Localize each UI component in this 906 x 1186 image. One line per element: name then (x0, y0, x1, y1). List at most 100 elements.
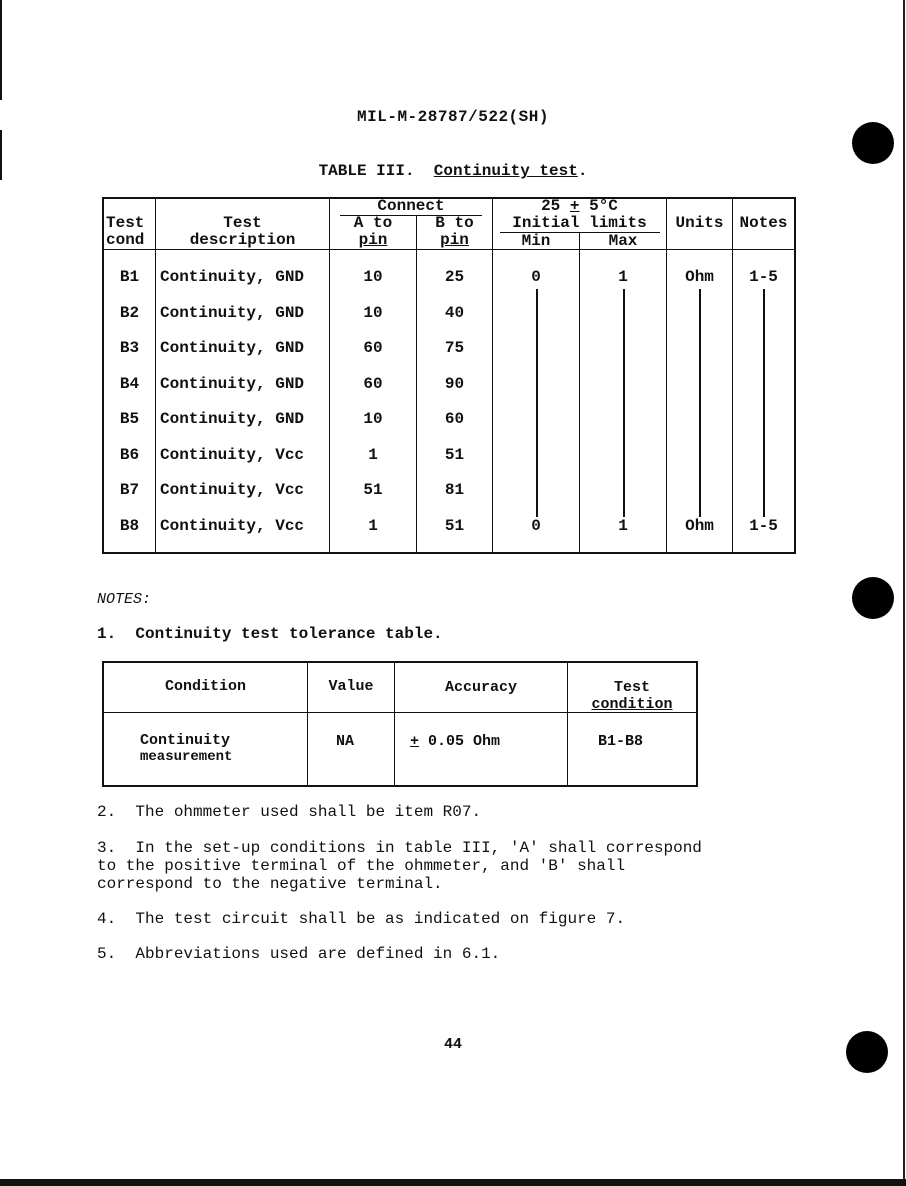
table-header-divider (102, 249, 796, 250)
notes-value-first: 1-5 (749, 268, 778, 286)
tolerance-table: Condition Value Accuracy Test condition … (102, 661, 698, 787)
ditto-bar-max (623, 289, 625, 517)
header-notes: Notes (739, 214, 788, 232)
cell-test-cond: B3 (119, 339, 140, 357)
header-text: B to (435, 214, 474, 232)
page-number: 44 (443, 1036, 462, 1053)
cell-a-to-pin: 60 (363, 339, 383, 357)
header-text: Test (223, 214, 262, 232)
cell-b-to-pin: 75 (444, 339, 465, 357)
header-text: condition (591, 696, 673, 713)
header-test-cond: Test cond (106, 215, 154, 249)
note-5: 5. Abbreviations used are defined in 6.1… (97, 945, 501, 963)
ditto-bar-min (536, 289, 538, 517)
cell-test-condition: B1-B8 (597, 733, 643, 750)
note-3: 3. In the set-up conditions in table III… (97, 839, 702, 893)
note-4: 4. The test circuit shall be as indicate… (97, 910, 626, 928)
cell-a-to-pin: 10 (363, 410, 383, 428)
table-border-right (696, 661, 698, 787)
cell-test-description: Continuity, Vcc (160, 517, 305, 535)
header-text: A to (353, 214, 393, 232)
cell-b-to-pin: 60 (444, 410, 465, 428)
cell-a-to-pin: 51 (363, 481, 383, 499)
scan-edge-left (0, 0, 2, 100)
cell-test-cond: B7 (119, 481, 140, 499)
table-title: TABLE III. Continuity test. (0, 162, 906, 180)
header-text: Test (613, 679, 650, 696)
table-title-suffix: . (577, 162, 588, 180)
header-connect: Connect (377, 197, 445, 215)
header-test-condition: Test condition (568, 679, 696, 713)
cell-b-to-pin: 90 (444, 375, 465, 393)
note-1: 1. Continuity test tolerance table. (97, 625, 443, 643)
cell-text: Continuity (140, 732, 231, 749)
cell-test-description: Continuity, Vcc (160, 481, 305, 499)
max-value-first: 1 (618, 268, 628, 286)
cell-condition: Continuity measurement (140, 732, 305, 766)
table-border-bottom (102, 785, 698, 787)
header-temperature: 25 + 5°C (493, 198, 666, 215)
column-divider (732, 197, 733, 554)
units-value-first: Ohm (685, 268, 714, 286)
header-text: 25 (541, 197, 570, 215)
cell-value: NA (335, 733, 354, 750)
header-initial-limits: Initial limits (512, 214, 647, 232)
units-value-last: Ohm (685, 517, 714, 535)
cell-text: measurement (140, 749, 233, 765)
header-units: Units (675, 214, 724, 232)
cell-a-to-pin: 1 (368, 517, 378, 535)
max-value-last: 1 (618, 517, 628, 535)
column-divider (666, 197, 667, 554)
header-text: description (189, 231, 296, 249)
notes-value-last: 1-5 (749, 517, 778, 535)
header-value: Value (328, 678, 374, 695)
header-text: 5°C (579, 197, 618, 215)
cell-b-to-pin: 25 (444, 268, 465, 286)
cell-b-to-pin: 81 (444, 481, 465, 499)
cell-text: 0.05 Ohm (419, 733, 501, 750)
cell-a-to-pin: 1 (368, 446, 378, 464)
cell-test-description: Continuity, GND (160, 268, 305, 286)
table-border-bottom (102, 552, 796, 554)
cell-test-description: Continuity, GND (160, 339, 305, 357)
min-value-first: 0 (531, 268, 541, 286)
header-a-to-pin: A to pin (330, 215, 416, 249)
header-condition: Condition (164, 678, 246, 695)
cell-a-to-pin: 60 (363, 375, 383, 393)
column-divider (155, 197, 156, 554)
table-border-right (794, 197, 796, 554)
cell-test-description: Continuity, Vcc (160, 446, 305, 464)
punch-hole (852, 577, 894, 619)
header-test-description: Test description (156, 215, 329, 249)
header-min: Min (521, 232, 551, 250)
min-value-last: 0 (531, 517, 541, 535)
ditto-bar-notes (763, 289, 765, 517)
cell-b-to-pin: 51 (444, 517, 465, 535)
header-max: Max (608, 232, 638, 250)
continuity-test-table: Test cond Test description Connect A to … (102, 197, 796, 554)
cell-b-to-pin: 51 (444, 446, 465, 464)
cell-test-cond: B1 (119, 268, 140, 286)
cell-accuracy: + 0.05 Ohm (410, 733, 560, 750)
cell-test-description: Continuity, GND (160, 410, 305, 428)
ditto-bar-units (699, 289, 701, 517)
punch-hole (852, 122, 894, 164)
plus-minus-symbol: + (410, 733, 420, 750)
cell-test-cond: B4 (119, 375, 140, 393)
cell-a-to-pin: 10 (363, 304, 383, 322)
scan-edge-bottom (0, 1179, 906, 1186)
header-text: Test (106, 214, 145, 232)
cell-test-cond: B5 (119, 410, 140, 428)
cell-b-to-pin: 40 (444, 304, 465, 322)
header-text: pin (358, 231, 388, 249)
table-border-top (102, 661, 698, 663)
header-text: pin (440, 231, 469, 249)
note-2: 2. The ohmmeter used shall be item R07. (97, 803, 482, 821)
plus-minus-symbol: + (569, 197, 580, 215)
cell-test-cond: B8 (119, 517, 140, 535)
cell-test-cond: B2 (119, 304, 140, 322)
header-accuracy: Accuracy (444, 679, 517, 696)
cell-test-description: Continuity, GND (160, 304, 305, 322)
header-text: cond (106, 231, 145, 249)
table-title-prefix: TABLE III. (318, 162, 415, 180)
